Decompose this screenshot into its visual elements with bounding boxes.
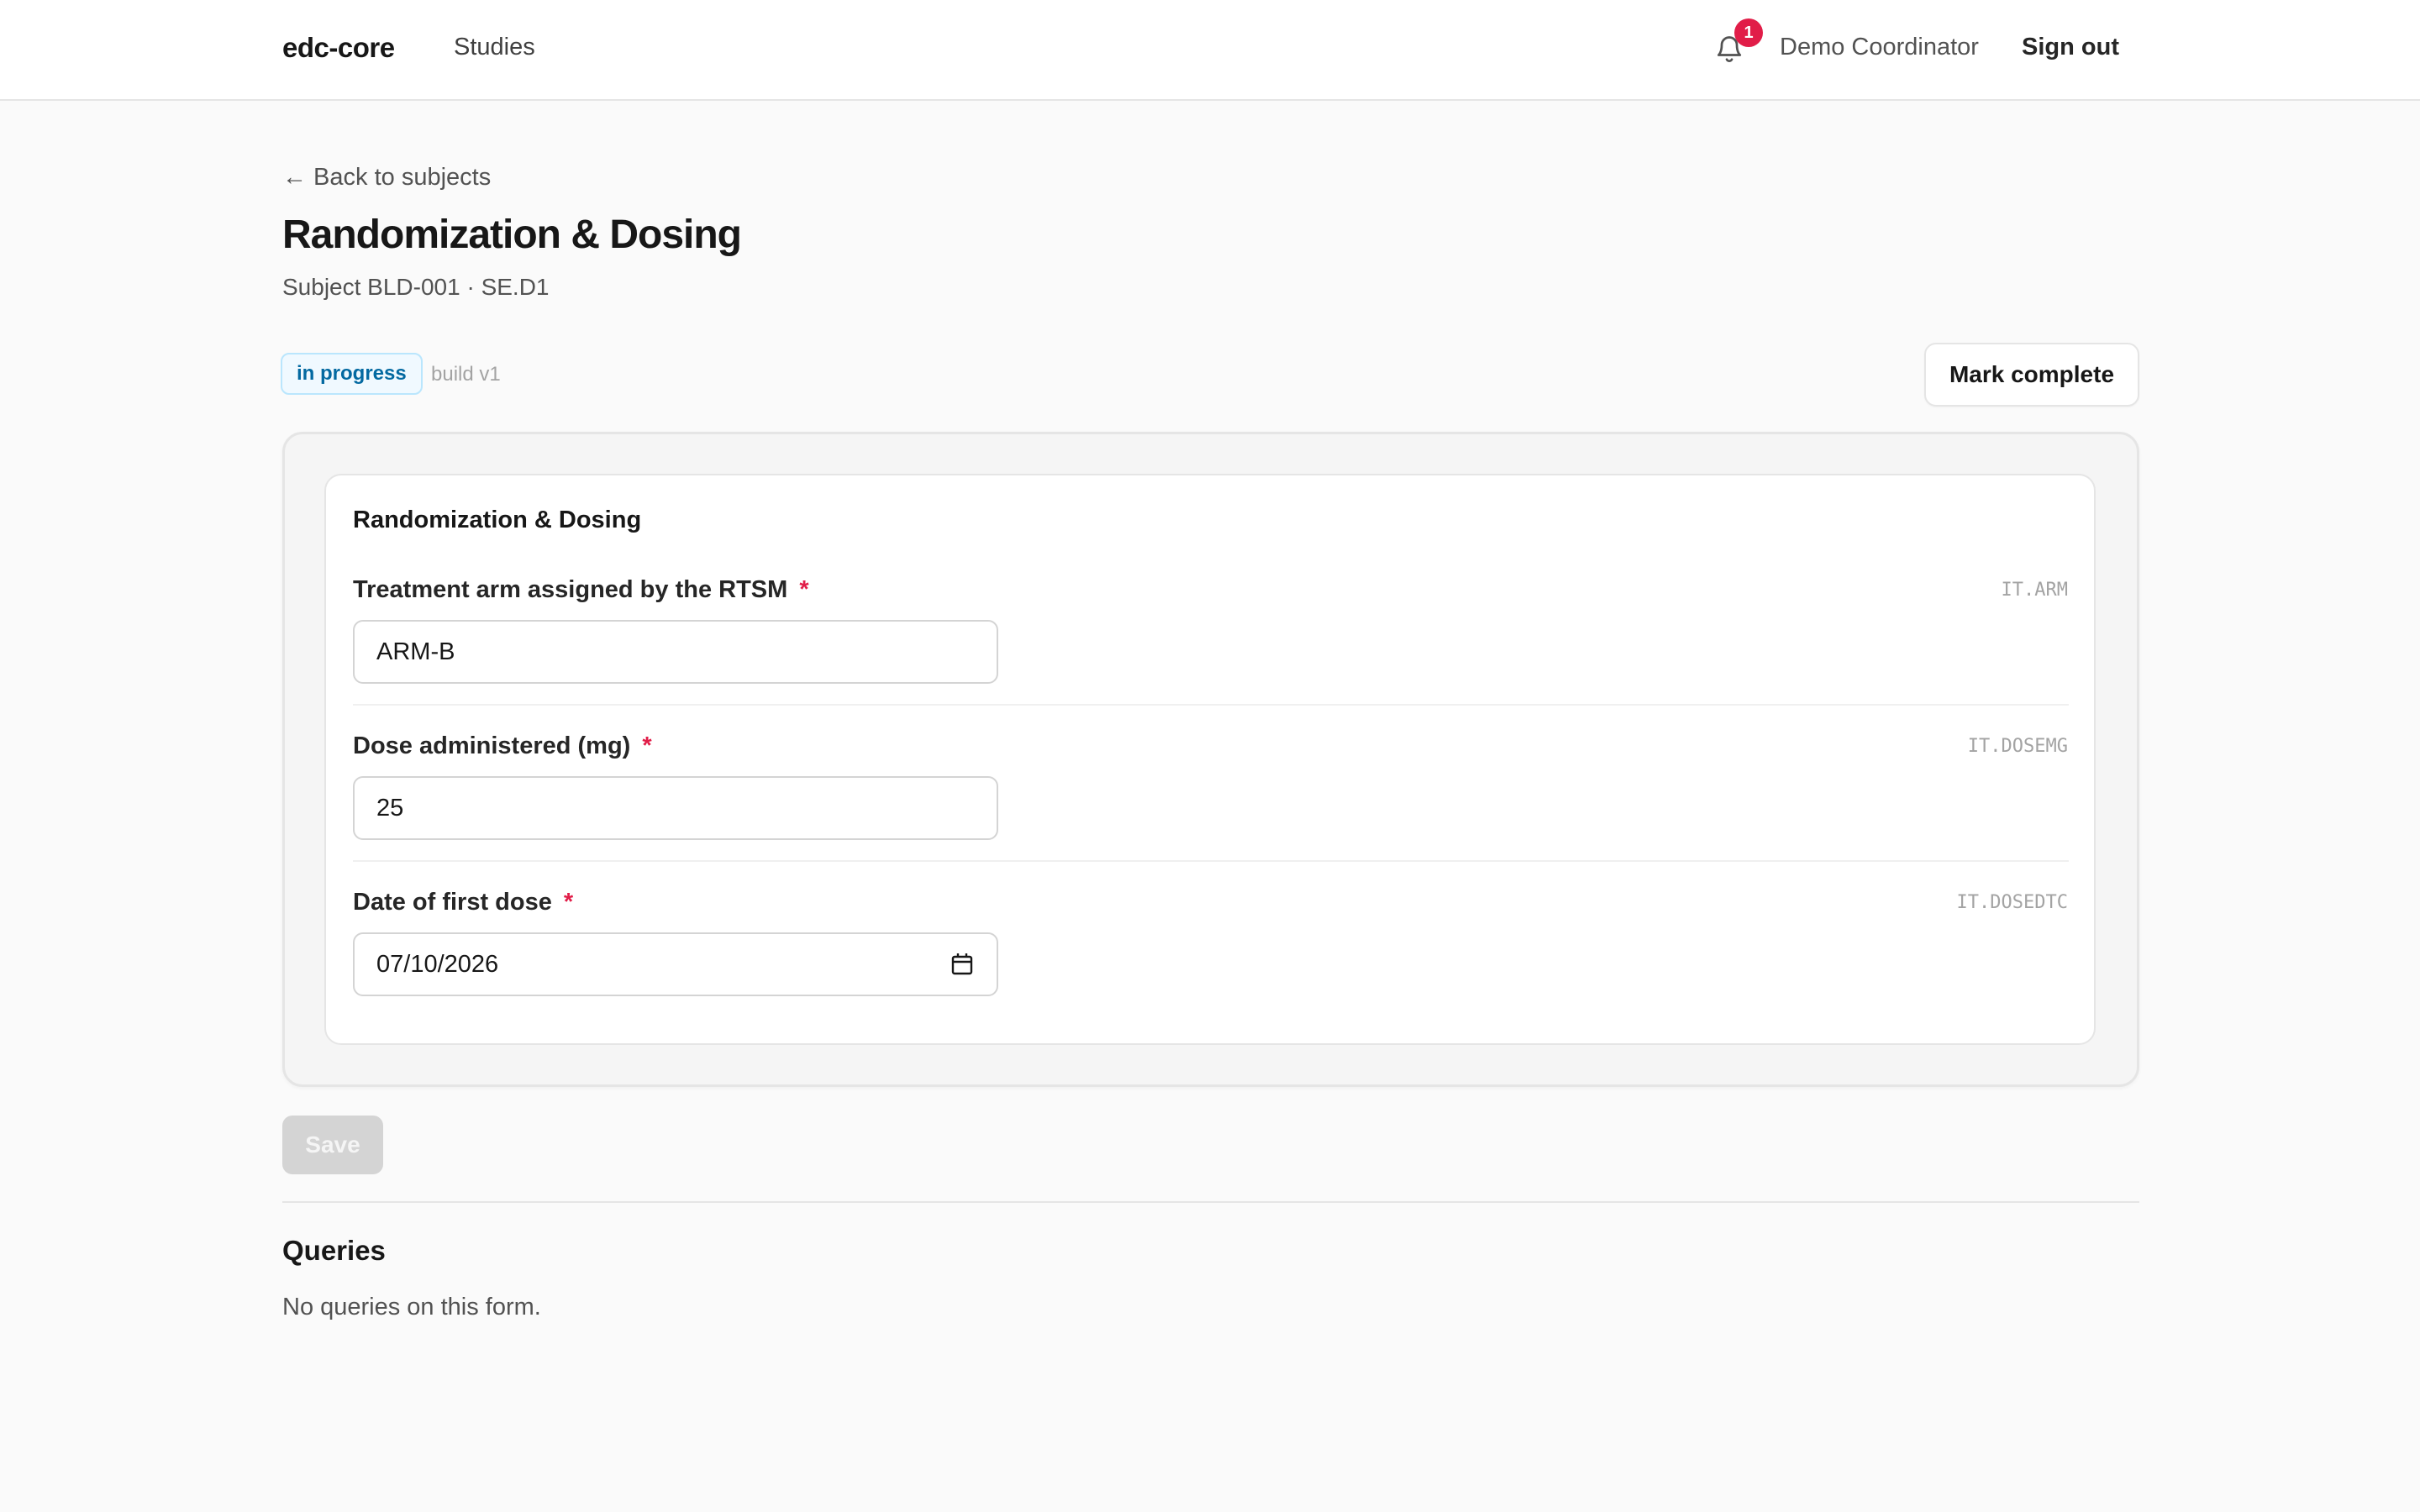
calendar-icon[interactable] bbox=[951, 953, 973, 976]
field-label-text: Dose administered (mg) bbox=[353, 732, 631, 759]
build-version-label: build v1 bbox=[431, 363, 501, 386]
back-to-subjects-link[interactable]: ← Back to subjects bbox=[282, 164, 491, 192]
field-divider bbox=[353, 860, 2069, 862]
field-label-treatment-arm: Treatment arm assigned by the RTSM * bbox=[353, 576, 809, 604]
first-dose-date-input[interactable]: 07/10/2026 bbox=[353, 932, 998, 996]
subject-subtitle: Subject BLD-001 · SE.D1 bbox=[282, 274, 550, 300]
status-badge: in progress bbox=[281, 353, 423, 395]
nav-link-studies[interactable]: Studies bbox=[454, 34, 535, 61]
sign-out-link[interactable]: Sign out bbox=[2022, 34, 2119, 61]
mark-complete-button[interactable]: Mark complete bbox=[1924, 343, 2139, 407]
top-navigation-bar: edc-core Studies 1 Demo Coordinator Sign… bbox=[0, 0, 2420, 101]
treatment-arm-input[interactable]: ARM-B bbox=[353, 620, 998, 684]
field-code-dosedtc: IT.DOSEDTC bbox=[1956, 892, 2068, 913]
dose-mg-input[interactable]: 25 bbox=[353, 776, 998, 840]
current-user-name: Demo Coordinator bbox=[1780, 34, 1979, 60]
field-label-first-dose-date: Date of first dose * bbox=[353, 889, 573, 916]
section-divider bbox=[282, 1201, 2139, 1203]
page-title: Randomization & Dosing bbox=[282, 213, 742, 257]
field-code-dosemg: IT.DOSEMG bbox=[1967, 736, 2068, 757]
queries-empty-state: No queries on this form. bbox=[282, 1294, 541, 1320]
required-marker: * bbox=[563, 889, 574, 916]
field-label-text: Date of first dose bbox=[353, 889, 552, 916]
field-divider bbox=[353, 704, 2069, 706]
queries-heading: Queries bbox=[282, 1235, 386, 1266]
field-label-text: Treatment arm assigned by the RTSM bbox=[353, 576, 788, 603]
form-section-title: Randomization & Dosing bbox=[353, 507, 642, 533]
notification-count-badge: 1 bbox=[1734, 18, 1763, 47]
save-button[interactable]: Save bbox=[282, 1116, 383, 1174]
required-marker: * bbox=[642, 732, 652, 759]
field-code-arm: IT.ARM bbox=[2001, 580, 2068, 601]
field-label-dose: Dose administered (mg) * bbox=[353, 732, 652, 760]
brand-logo-text[interactable]: edc-core bbox=[282, 32, 395, 64]
required-marker: * bbox=[799, 576, 809, 603]
